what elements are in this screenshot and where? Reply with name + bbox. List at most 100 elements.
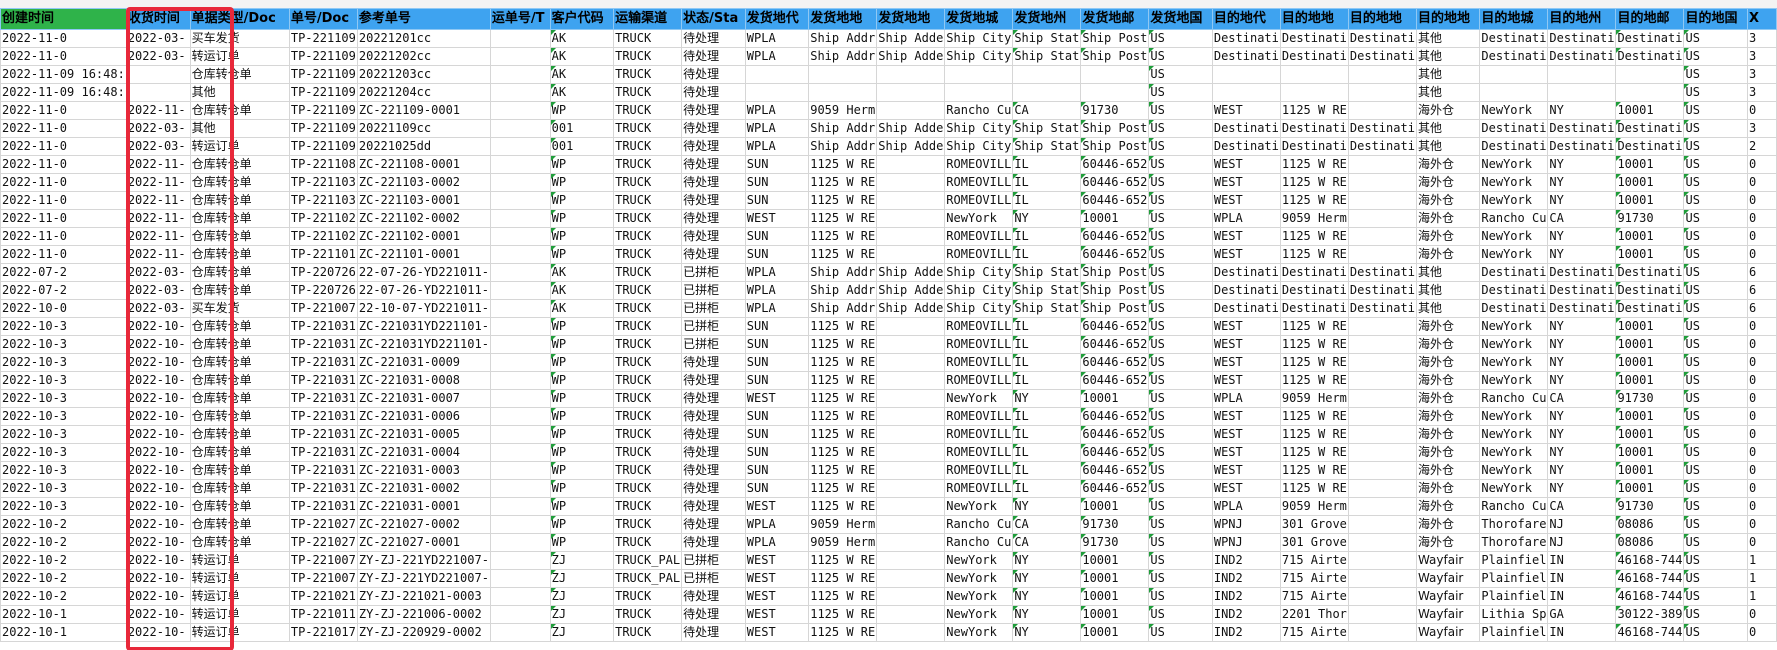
table-cell[interactable]: WP (549, 191, 615, 210)
column-header[interactable]: 参考单号 (356, 8, 491, 30)
table-cell[interactable] (1347, 317, 1417, 336)
table-cell[interactable]: 0 (1746, 317, 1777, 336)
table-cell[interactable]: ZY-ZJ-220929-0002 (356, 623, 491, 642)
column-header[interactable]: 发货地地 (808, 8, 878, 30)
table-cell[interactable]: 1125 W RE (808, 425, 878, 444)
table-cell[interactable]: TP-221011 (288, 605, 358, 624)
table-cell[interactable] (1347, 461, 1417, 480)
table-cell[interactable] (1347, 443, 1417, 462)
table-cell[interactable]: WP (549, 443, 615, 462)
table-cell[interactable]: Ship Addr (808, 29, 878, 48)
table-cell[interactable]: US (1148, 515, 1213, 534)
table-cell[interactable]: 仓库转仓单 (189, 317, 290, 336)
table-cell[interactable]: US (1683, 587, 1748, 606)
table-cell[interactable] (876, 605, 946, 624)
table-cell[interactable]: TRUCK (613, 461, 683, 480)
table-cell[interactable]: SUN (744, 317, 810, 336)
table-cell[interactable]: 2022-03- (125, 29, 191, 48)
table-cell[interactable]: US (1683, 299, 1748, 318)
table-cell[interactable] (1547, 65, 1617, 84)
table-cell[interactable]: 仓库转仓单 (189, 65, 290, 84)
table-cell[interactable]: WEST (1211, 101, 1281, 120)
table-cell[interactable] (489, 155, 551, 174)
table-cell[interactable]: SUN (744, 245, 810, 264)
table-cell[interactable]: 1125 W RE (1279, 155, 1349, 174)
table-cell[interactable]: 10001 (1615, 461, 1685, 480)
table-cell[interactable]: US (1683, 515, 1748, 534)
table-cell[interactable]: NY (1547, 461, 1617, 480)
table-cell[interactable]: WEST (744, 389, 810, 408)
table-cell[interactable]: SUN (744, 335, 810, 354)
column-header[interactable]: 目的地国 (1683, 8, 1748, 30)
table-cell[interactable]: 46168-744 (1615, 569, 1685, 588)
table-cell[interactable]: TP-221109 (288, 101, 358, 120)
table-cell[interactable]: 转运订单 (189, 137, 290, 156)
table-cell[interactable]: 海外仓 (1415, 155, 1481, 174)
table-cell[interactable]: 2022-11-0 (0, 173, 127, 192)
table-cell[interactable]: NY (1547, 353, 1617, 372)
table-cell[interactable]: WP (549, 425, 615, 444)
table-cell[interactable]: 2022-10-3 (0, 317, 127, 336)
table-cell[interactable]: 10001 (1080, 551, 1150, 570)
table-cell[interactable]: TRUCK (613, 101, 683, 120)
table-cell[interactable]: 2022-11- (125, 227, 191, 246)
table-cell[interactable] (876, 227, 946, 246)
table-cell[interactable]: 1125 W RE (808, 353, 878, 372)
table-cell[interactable]: ROMEOVILL (944, 443, 1014, 462)
table-cell[interactable]: Destinati (1479, 47, 1549, 66)
table-cell[interactable] (1012, 83, 1082, 102)
table-cell[interactable] (808, 83, 878, 102)
table-cell[interactable]: 10001 (1615, 317, 1685, 336)
table-cell[interactable]: Destinati (1479, 137, 1549, 156)
table-cell[interactable]: WP (549, 101, 615, 120)
table-cell[interactable]: CA (1012, 515, 1082, 534)
table-cell[interactable]: 9059 Herm (1279, 209, 1349, 228)
table-cell[interactable]: 仓库转仓单 (189, 497, 290, 516)
table-cell[interactable]: ZC-221108-0001 (356, 155, 491, 174)
table-cell[interactable]: NY (1012, 605, 1082, 624)
table-cell[interactable] (1479, 65, 1549, 84)
table-cell[interactable]: US (1148, 29, 1213, 48)
table-cell[interactable]: Destinati (1547, 29, 1617, 48)
table-cell[interactable]: WEST (1211, 407, 1281, 426)
table-cell[interactable]: US (1148, 173, 1213, 192)
table-cell[interactable]: WP (549, 371, 615, 390)
table-cell[interactable]: US (1683, 209, 1748, 228)
table-cell[interactable]: TP-221031 (288, 335, 358, 354)
table-cell[interactable]: NewYork (944, 551, 1014, 570)
table-cell[interactable]: 仓库转仓单 (189, 335, 290, 354)
table-cell[interactable]: TP-221031 (288, 407, 358, 426)
table-cell[interactable] (744, 83, 810, 102)
table-cell[interactable]: 3 (1746, 47, 1777, 66)
table-cell[interactable]: 3 (1746, 83, 1777, 102)
table-cell[interactable]: NewYork (944, 587, 1014, 606)
table-cell[interactable]: TRUCK (613, 191, 683, 210)
table-cell[interactable]: 2022-11-0 (0, 227, 127, 246)
table-cell[interactable]: 仓库转仓单 (189, 173, 290, 192)
table-cell[interactable]: NY (1547, 479, 1617, 498)
table-cell[interactable]: Ship Post (1080, 47, 1150, 66)
table-cell[interactable]: Rancho Cu (1479, 497, 1549, 516)
table-cell[interactable]: NewYork (944, 209, 1014, 228)
table-cell[interactable]: ZC-221031-0009 (356, 353, 491, 372)
table-cell[interactable]: ROMEOVILL (944, 155, 1014, 174)
table-cell[interactable]: US (1148, 497, 1213, 516)
table-cell[interactable]: ZC-221031-0001 (356, 497, 491, 516)
table-cell[interactable]: US (1148, 83, 1213, 102)
table-cell[interactable]: 2022-11-09 16:48: (0, 83, 127, 102)
table-cell[interactable] (489, 281, 551, 300)
table-cell[interactable]: Destinati (1347, 263, 1417, 282)
table-cell[interactable]: 仓库转仓单 (189, 389, 290, 408)
table-cell[interactable]: Ship Adde (876, 29, 946, 48)
table-cell[interactable]: SUN (744, 461, 810, 480)
table-cell[interactable]: 已拼柜 (681, 281, 746, 300)
table-cell[interactable] (489, 443, 551, 462)
table-cell[interactable]: 海外仓 (1415, 533, 1481, 552)
table-cell[interactable]: Ship City (944, 47, 1014, 66)
table-cell[interactable]: 海外仓 (1415, 317, 1481, 336)
table-cell[interactable]: TP-221007 (288, 299, 358, 318)
column-header[interactable]: 目的地邮 (1615, 8, 1685, 30)
table-cell[interactable]: 2022-10-1 (0, 605, 127, 624)
table-cell[interactable]: Ship Post (1080, 29, 1150, 48)
table-cell[interactable]: 仓库转仓单 (189, 407, 290, 426)
